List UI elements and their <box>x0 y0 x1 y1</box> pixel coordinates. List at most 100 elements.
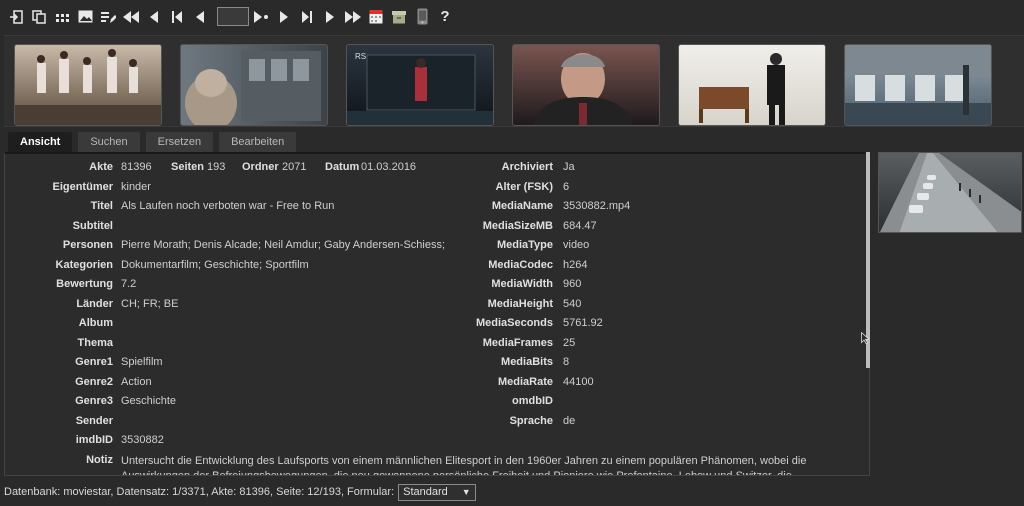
row-album: Album MediaSeconds 5761.92 <box>5 315 865 331</box>
row-eigentuemer: Eigentümer kinder Alter (FSK) 6 <box>5 179 865 195</box>
mediacodec-label: MediaCodec <box>488 259 553 271</box>
imdbid-value: 3530882 <box>121 434 164 446</box>
mediatype-label: MediaType <box>496 239 553 251</box>
mediaheight-label: MediaHeight <box>487 298 553 310</box>
thumbnail-4[interactable] <box>512 44 660 126</box>
row-genre1: Genre1 Spielfilm MediaBits 8 <box>5 354 865 370</box>
row-thema: Thema MediaFrames 25 <box>5 335 865 351</box>
record-view-panel: Akte 81396 Seiten 193 Ordner 2071 Datum … <box>4 152 870 476</box>
mediasize-label: MediaSizeMB <box>482 220 553 232</box>
notiz-label: Notiz <box>86 454 113 466</box>
mediawidth-value: 960 <box>563 278 582 290</box>
first-record-icon[interactable] <box>167 6 187 28</box>
mediaframes-value: 25 <box>563 337 576 349</box>
notiz-value: Untersucht die Entwicklung des Laufsport… <box>121 455 807 476</box>
calendar-icon[interactable] <box>366 6 386 28</box>
thumbnail-1[interactable] <box>14 44 162 126</box>
medianame-value: 3530882.mp4 <box>563 200 631 212</box>
ordner-label: Ordner <box>242 161 279 173</box>
tab-bar: Ansicht Suchen Ersetzen Bearbeiten <box>8 132 302 152</box>
mediaseconds-label: MediaSeconds <box>475 317 553 329</box>
datum-value: 01.03.2016 <box>361 161 417 173</box>
kategorien-value: Dokumentarfilm; Geschichte; Sportfilm <box>121 259 309 271</box>
akte-label: Akte <box>89 161 113 173</box>
row-personen: Personen Pierre Morath; Denis Alcade; Ne… <box>5 237 865 253</box>
row-titel: Titel Als Laufen noch verboten war - Fre… <box>5 198 865 214</box>
row-notiz: Notiz <box>5 452 115 468</box>
mediabits-label: MediaBits <box>501 356 553 368</box>
omdbid-label: omdbID <box>512 395 553 407</box>
mediarate-label: MediaRate <box>497 376 553 388</box>
help-icon[interactable]: ? <box>435 6 455 28</box>
previous-icon[interactable] <box>144 6 164 28</box>
mediabits-value: 8 <box>563 356 570 368</box>
next-icon[interactable] <box>320 6 340 28</box>
genre3-label: Genre3 <box>75 395 113 407</box>
sender-label: Sender <box>75 415 113 427</box>
row-laender: Länder CH; FR; BE MediaHeight 540 <box>5 296 865 312</box>
chevron-down-icon: ▼ <box>461 487 471 497</box>
formular-select[interactable]: Standard ▼ <box>398 483 476 501</box>
thumbnail-5[interactable] <box>678 44 826 126</box>
status-bar: Datenbank: moviestar, Datensatz: 1/3371,… <box>0 478 1024 506</box>
row-akte: Akte 81396 Seiten 193 Ordner 2071 Datum … <box>5 159 865 175</box>
alter-label: Alter (FSK) <box>495 181 553 193</box>
laender-value: CH; FR; BE <box>121 298 179 310</box>
toolbar: ? <box>0 0 1024 33</box>
image-icon[interactable] <box>75 6 95 28</box>
seiten-label: Seiten <box>171 161 205 173</box>
sprache-value: de <box>563 415 576 427</box>
thumbnail-6[interactable] <box>844 44 992 126</box>
mediatype-value: video <box>563 239 590 251</box>
svg-text:RS: RS <box>355 52 366 61</box>
edit-list-icon[interactable] <box>98 6 118 28</box>
mediacodec-value: h264 <box>563 259 588 271</box>
status-text: Datenbank: moviestar, Datensatz: 1/3371,… <box>4 486 395 498</box>
goto-record-icon[interactable] <box>251 6 271 28</box>
eigentuemer-label: Eigentümer <box>52 181 113 193</box>
thema-label: Thema <box>77 337 113 349</box>
fast-backward-icon[interactable] <box>121 6 141 28</box>
mediaframes-label: MediaFrames <box>482 337 553 349</box>
bewertung-value: 7.2 <box>121 278 137 290</box>
row-bewertung: Bewertung 7.2 MediaWidth 960 <box>5 276 865 292</box>
preview-image <box>878 152 1022 233</box>
grid-view-icon[interactable] <box>52 6 72 28</box>
archiviert-value: Ja <box>563 161 575 173</box>
row-genre2: Genre2 Action MediaRate 44100 <box>5 374 865 390</box>
tab-ersetzen[interactable]: Ersetzen <box>145 132 214 152</box>
row-sender: Sender Sprache de <box>5 413 865 429</box>
thumbnail-2[interactable] <box>180 44 328 126</box>
alter-value: 6 <box>563 181 570 193</box>
subtitel-label: Subtitel <box>72 220 113 232</box>
tab-suchen[interactable]: Suchen <box>78 132 140 152</box>
thumbnail-3[interactable]: RS <box>346 44 494 126</box>
step-forward-icon[interactable] <box>274 6 294 28</box>
row-subtitel: Subtitel MediaSizeMB 684.47 <box>5 218 865 234</box>
titel-label: Titel <box>90 200 113 212</box>
ordner-value: 2071 <box>282 161 307 173</box>
tab-bearbeiten[interactable]: Bearbeiten <box>219 132 297 152</box>
import-icon[interactable] <box>6 6 26 28</box>
tab-ansicht[interactable]: Ansicht <box>8 132 73 152</box>
archiviert-label: Archiviert <box>501 161 553 173</box>
imdbid-label: imdbID <box>75 434 113 446</box>
record-number-input[interactable] <box>217 7 249 26</box>
eigentuemer-value: kinder <box>121 181 151 193</box>
datum-label: Datum <box>325 161 360 173</box>
seiten-value: 193 <box>207 161 226 173</box>
sprache-label: Sprache <box>509 415 553 427</box>
copy-icon[interactable] <box>29 6 49 28</box>
row-genre3: Genre3 Geschichte omdbID <box>5 393 865 409</box>
personen-value: Pierre Morath; Denis Alcade; Neil Amdur;… <box>121 239 446 251</box>
archive-box-icon[interactable] <box>389 6 409 28</box>
mediawidth-label: MediaWidth <box>491 278 553 290</box>
step-back-icon[interactable] <box>190 6 210 28</box>
genre2-label: Genre2 <box>75 376 113 388</box>
mobile-device-icon[interactable] <box>412 6 432 28</box>
last-record-icon[interactable] <box>297 6 317 28</box>
genre2-value: Action <box>121 376 152 388</box>
fast-forward-icon[interactable] <box>343 6 363 28</box>
mediaheight-value: 540 <box>563 298 582 310</box>
akte-value: 81396 <box>121 161 152 173</box>
